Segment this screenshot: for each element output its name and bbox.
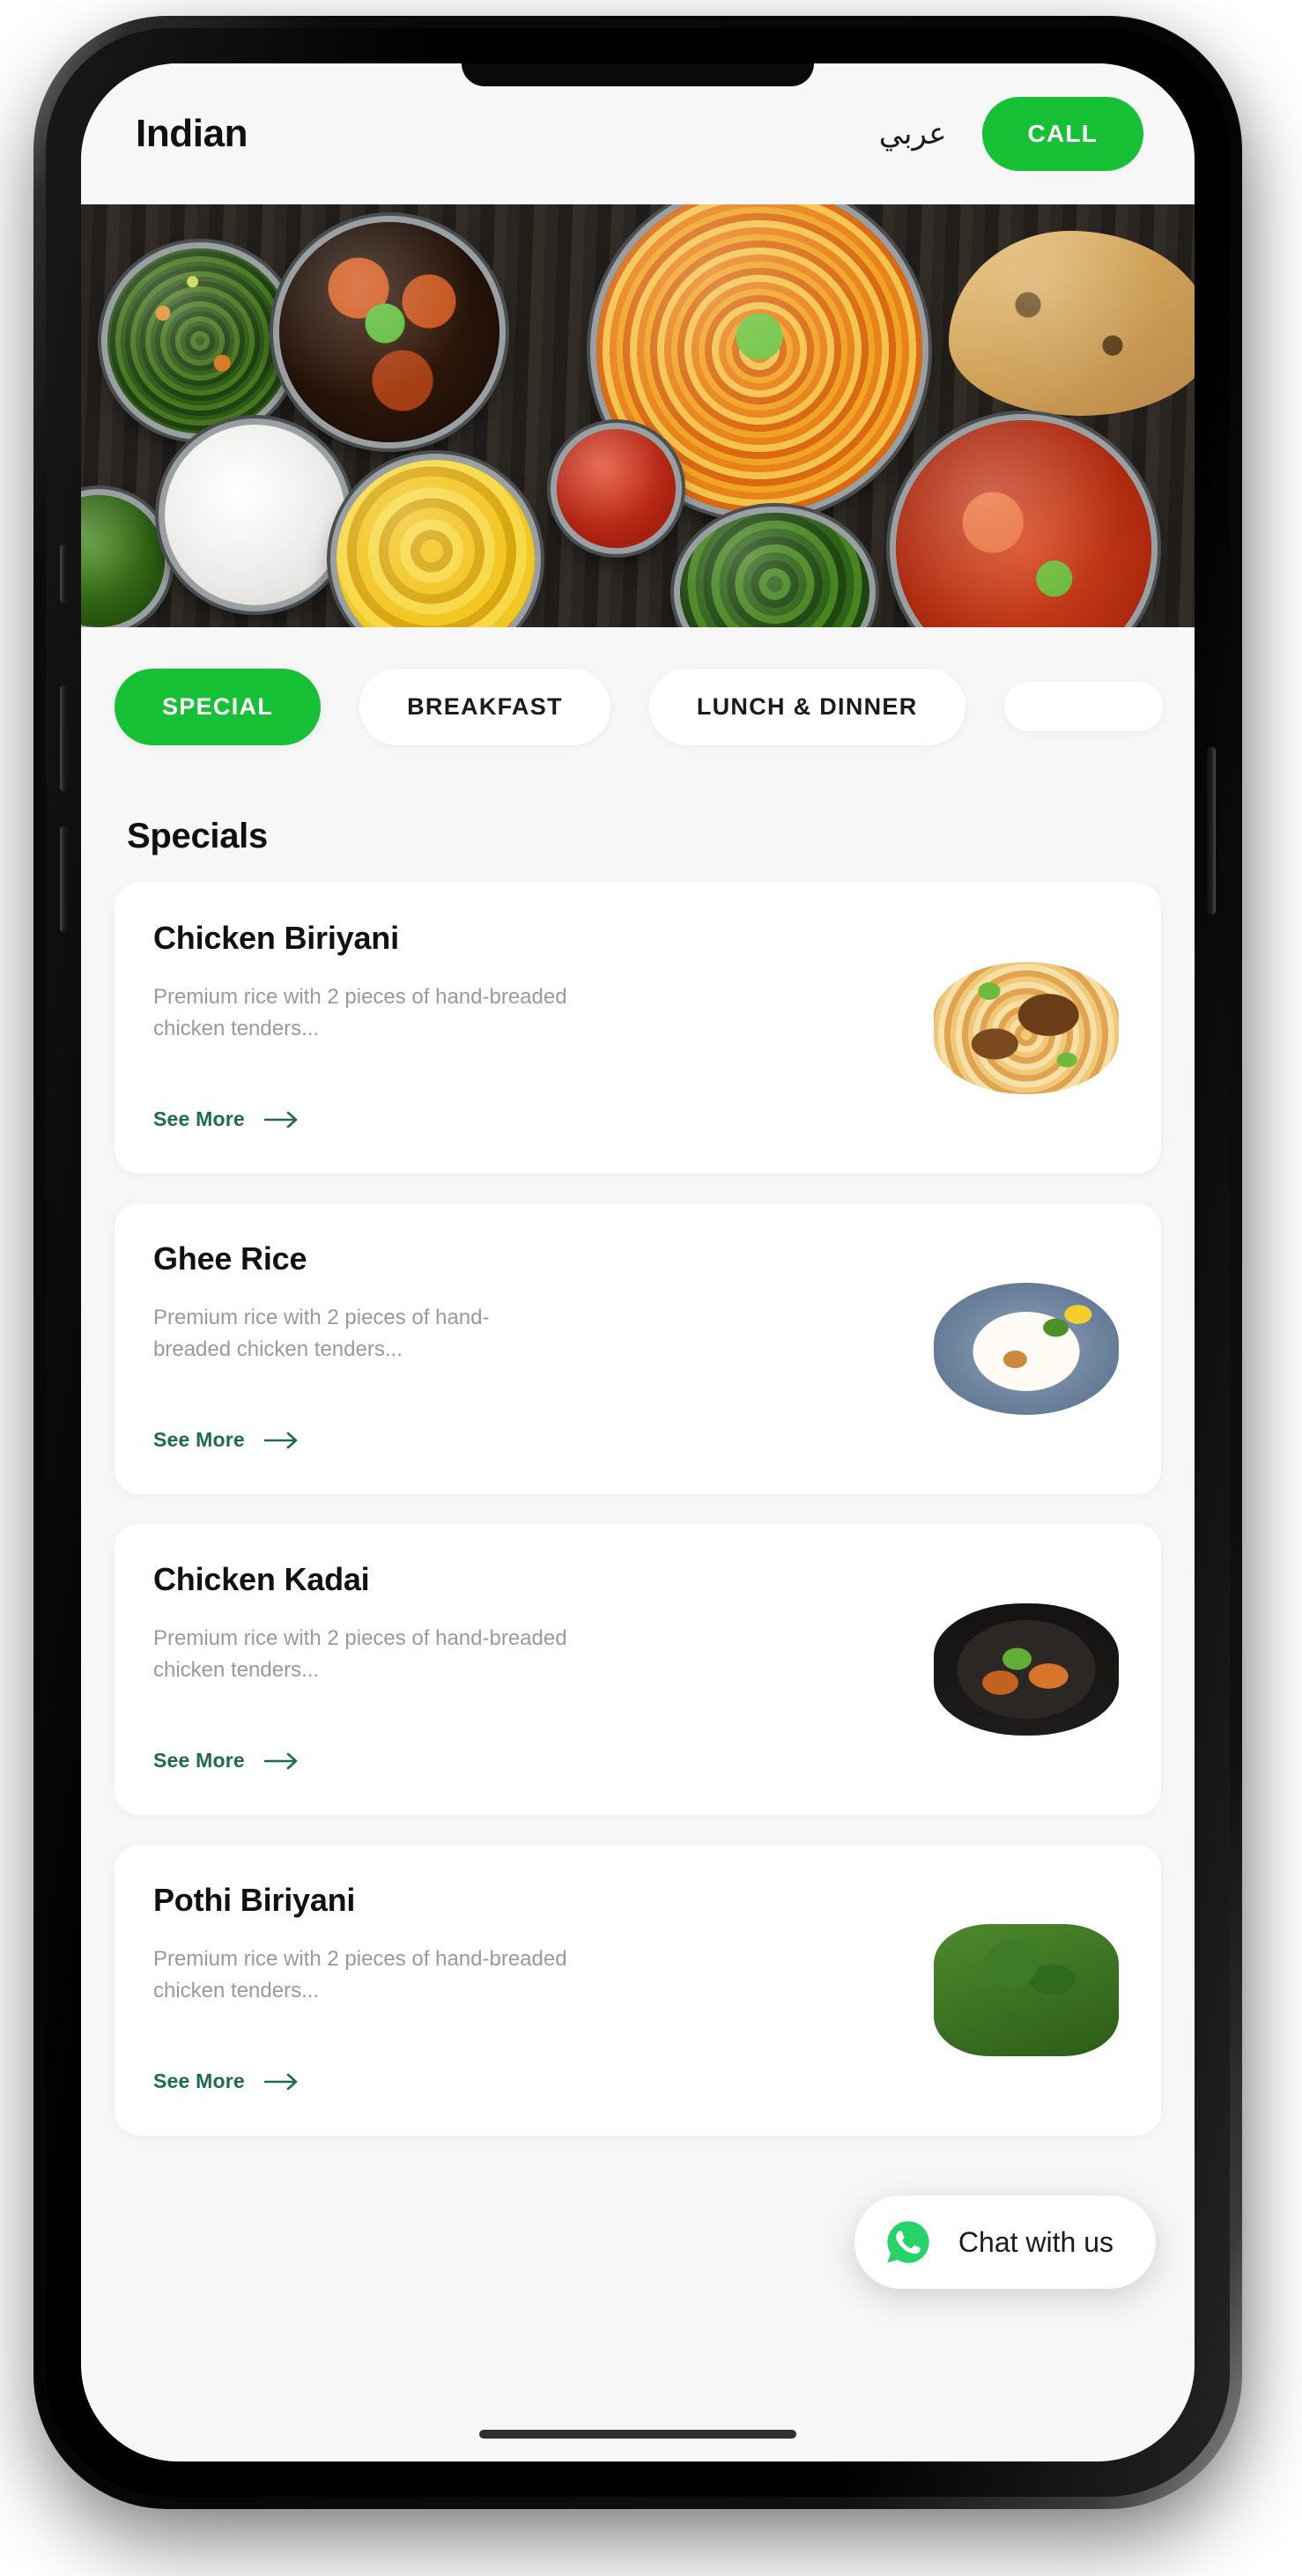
menu-item-card[interactable]: Chicken Kadai Premium rice with 2 pieces… <box>115 1524 1161 1815</box>
whatsapp-chat-label: Chat with us <box>958 2225 1113 2258</box>
phone-screen: Indian عربي CALL SPECIAL BREAKFAST LUNCH… <box>81 63 1195 2461</box>
menu-item-description: Premium rice with 2 pieces of hand-bread… <box>153 1306 490 1361</box>
see-more-link[interactable]: See More <box>153 2069 301 2093</box>
home-indicator <box>479 2430 796 2439</box>
tab-special[interactable]: SPECIAL <box>115 668 322 745</box>
section-heading-specials: Specials <box>127 817 268 855</box>
menu-item-thumbnail <box>934 1924 1119 2056</box>
naan-bread <box>949 231 1195 416</box>
volume-up-button[interactable] <box>60 685 69 791</box>
raita-yogurt-bowl <box>165 425 345 605</box>
menu-item-thumbnail <box>934 1603 1119 1736</box>
menu-item-title: Ghee Rice <box>153 1240 307 1277</box>
call-button[interactable]: CALL <box>981 97 1143 171</box>
see-more-link[interactable]: See More <box>153 1107 301 1131</box>
menu-item-card[interactable]: Pothi Biriyani Premium rice with 2 piece… <box>115 1845 1161 2136</box>
hero-banner-image <box>81 204 1195 627</box>
arrow-right-icon <box>263 2073 298 2090</box>
menu-item-description: Premium rice with 2 pieces of hand-bread… <box>153 1947 567 2002</box>
see-more-label: See More <box>153 1428 245 1451</box>
whatsapp-icon <box>887 2221 929 2263</box>
menu-item-title: Chicken Biriyani <box>153 920 399 956</box>
see-more-label: See More <box>153 1749 245 1772</box>
language-toggle-arabic[interactable]: عربي <box>879 116 947 152</box>
green-chutney-bowl <box>81 495 165 627</box>
menu-item-card[interactable]: Chicken Biriyani Premium rice with 2 pie… <box>115 883 1161 1173</box>
green-vegetable-bowl <box>680 513 869 627</box>
see-more-label: See More <box>153 1107 245 1130</box>
page-title: Indian <box>136 112 248 155</box>
tab-breakfast[interactable]: BREAKFAST <box>359 668 610 745</box>
red-chutney-bowl <box>557 429 676 548</box>
see-more-link[interactable]: See More <box>153 1749 301 1773</box>
menu-item-title: Pothi Biriyani <box>153 1882 356 1918</box>
tab-lunch-and-dinner[interactable]: LUNCH & DINNER <box>648 668 965 745</box>
spinach-curry-bowl <box>107 248 292 433</box>
phone-notch <box>462 63 814 86</box>
menu-item-description: Premium rice with 2 pieces of hand-bread… <box>153 1626 567 1682</box>
tab-next-partial[interactable] <box>1003 682 1163 731</box>
hero-food-photo <box>81 204 1195 627</box>
whatsapp-chat-widget[interactable]: Chat with us <box>854 2195 1156 2289</box>
tikka-masala-bowl <box>896 420 1151 627</box>
chicken-fry-bowl <box>279 222 499 442</box>
power-button[interactable] <box>1207 747 1216 914</box>
menu-item-thumbnail <box>934 1283 1119 1415</box>
arrow-right-icon <box>263 1752 298 1769</box>
volume-down-button[interactable] <box>60 826 69 932</box>
menu-item-thumbnail <box>934 962 1119 1094</box>
menu-item-title: Chicken Kadai <box>153 1561 370 1597</box>
mute-switch-button[interactable] <box>60 544 69 603</box>
menu-item-card[interactable]: Ghee Rice Premium rice with 2 pieces of … <box>115 1203 1161 1494</box>
phone-mockup-scene: Indian عربي CALL SPECIAL BREAKFAST LUNCH… <box>0 0 1302 2576</box>
menu-item-description: Premium rice with 2 pieces of hand-bread… <box>153 985 567 1040</box>
see-more-label: See More <box>153 2069 245 2092</box>
see-more-link[interactable]: See More <box>153 1428 301 1452</box>
arrow-right-icon <box>263 1111 298 1128</box>
category-tabs[interactable]: SPECIAL BREAKFAST LUNCH & DINNER <box>81 627 1195 786</box>
header-actions: عربي CALL <box>879 97 1143 171</box>
arrow-right-icon <box>263 1432 298 1448</box>
potato-curry-bowl <box>337 460 535 627</box>
